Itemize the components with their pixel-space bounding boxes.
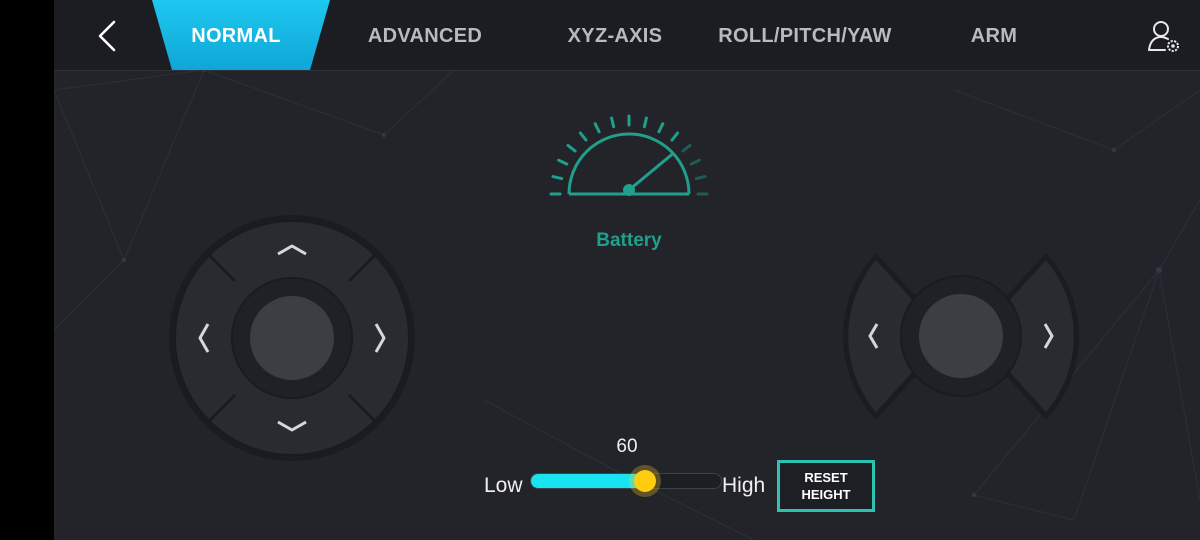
reset-height-button[interactable]: RESET HEIGHT bbox=[777, 460, 875, 512]
height-slider-thumb[interactable] bbox=[634, 470, 656, 492]
height-value: 60 bbox=[616, 436, 638, 457]
gauge-tick bbox=[557, 158, 569, 166]
top-navigation-bar: NORMAL ADVANCED XYZ-AXIS ROLL/PITCH/YAW … bbox=[54, 0, 1200, 71]
gauge-tick bbox=[657, 122, 665, 134]
tab-normal[interactable]: NORMAL bbox=[162, 0, 310, 70]
battery-gauge bbox=[549, 114, 709, 196]
rotation-pad bbox=[843, 253, 1079, 420]
gauge-tick bbox=[551, 175, 564, 181]
gauge-needle bbox=[627, 152, 674, 192]
tab-roll-pitch-yaw[interactable]: ROLL/PITCH/YAW bbox=[705, 0, 905, 70]
tab-arm[interactable]: ARM bbox=[954, 0, 1034, 70]
left-edge-strip bbox=[0, 0, 54, 540]
gauge-tick bbox=[694, 175, 707, 181]
gauge-tick bbox=[670, 131, 680, 142]
tab-advanced[interactable]: ADVANCED bbox=[350, 0, 500, 70]
reset-height-line2: HEIGHT bbox=[801, 487, 851, 502]
app-window: NORMAL ADVANCED XYZ-AXIS ROLL/PITCH/YAW … bbox=[54, 0, 1200, 540]
slider-high-label: High bbox=[722, 474, 766, 497]
slider-low-label: Low bbox=[484, 474, 523, 497]
gauge-pivot bbox=[623, 184, 635, 196]
direction-pad bbox=[169, 215, 415, 461]
back-button[interactable] bbox=[90, 14, 130, 58]
gauge-tick bbox=[681, 143, 692, 153]
user-settings-button[interactable] bbox=[1146, 18, 1184, 56]
height-slider-fill bbox=[531, 474, 645, 488]
gauge-tick bbox=[593, 122, 601, 134]
gauge-tick bbox=[578, 131, 588, 142]
rotation-center-knob[interactable] bbox=[919, 294, 1003, 378]
gauge-tick bbox=[610, 116, 616, 129]
user-settings-icon bbox=[1148, 21, 1179, 52]
gauge-tick bbox=[566, 143, 577, 153]
tab-xyz-axis[interactable]: XYZ-AXIS bbox=[545, 0, 685, 70]
gauge-tick bbox=[642, 116, 648, 129]
height-slider[interactable] bbox=[530, 470, 722, 492]
dpad-center-knob[interactable] bbox=[250, 296, 334, 380]
chevron-left-icon bbox=[98, 20, 116, 52]
gauge-tick bbox=[689, 158, 701, 166]
reset-height-line1: RESET bbox=[804, 470, 848, 485]
battery-label: Battery bbox=[596, 230, 662, 251]
